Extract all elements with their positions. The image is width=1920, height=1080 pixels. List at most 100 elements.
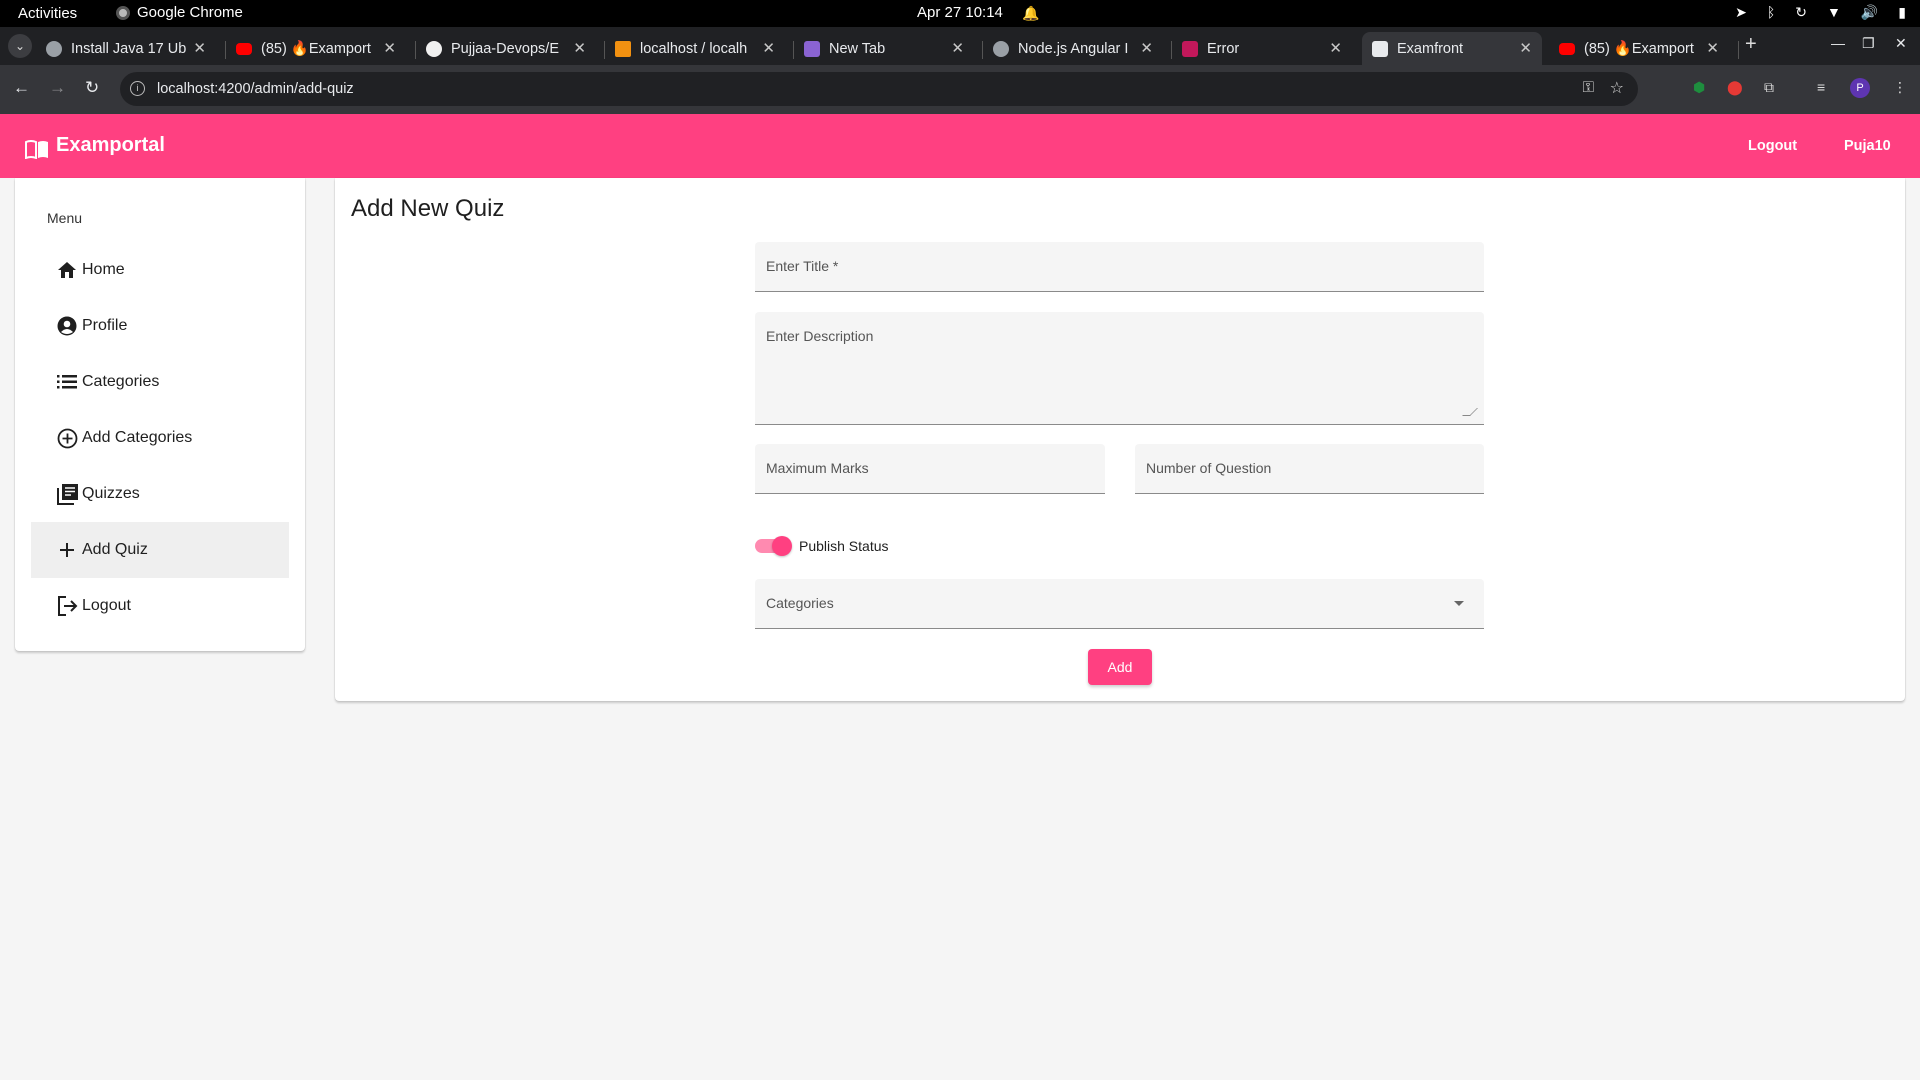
list-icon bbox=[56, 371, 78, 393]
active-app-name: Google Chrome bbox=[137, 4, 243, 21]
resize-handle-icon[interactable] bbox=[1462, 408, 1478, 416]
brand-title[interactable]: Examportal bbox=[56, 134, 165, 157]
minimize-icon[interactable]: — bbox=[1831, 35, 1845, 51]
sidebar-item-categories[interactable]: Categories bbox=[31, 354, 289, 410]
media-queue-icon[interactable]: ≡ bbox=[1817, 79, 1825, 95]
github-icon bbox=[426, 40, 442, 57]
library-books-icon bbox=[56, 483, 78, 505]
system-top-bar: Activities Google Chrome Apr 27 10:14 🔔 … bbox=[0, 0, 1920, 27]
angular-icon bbox=[1372, 40, 1388, 57]
bookmark-star-icon[interactable]: ☆ bbox=[1610, 78, 1624, 98]
reload-icon[interactable]: ↻ bbox=[85, 78, 99, 98]
browser-tab-strip: ⌄ Install Java 17 Ub ✕ (85) 🔥Examport ✕ … bbox=[0, 27, 1920, 65]
back-icon[interactable]: ← bbox=[13, 78, 30, 98]
notification-bell-icon: 🔔 bbox=[1022, 5, 1040, 21]
forward-icon[interactable]: → bbox=[49, 78, 66, 98]
chrome-menu-icon[interactable]: ⋮ bbox=[1893, 79, 1907, 96]
close-icon[interactable]: ✕ bbox=[1706, 39, 1719, 57]
profile-avatar[interactable]: P bbox=[1850, 78, 1870, 98]
sidebar-item-label: Logout bbox=[82, 597, 131, 614]
chrome-icon bbox=[116, 5, 130, 20]
sidebar-item-profile[interactable]: Profile bbox=[31, 298, 289, 354]
sidebar-item-label: Profile bbox=[82, 317, 128, 334]
close-icon[interactable]: ✕ bbox=[762, 39, 775, 57]
quiz-title-placeholder: Enter Title * bbox=[766, 258, 839, 274]
close-icon[interactable]: ✕ bbox=[951, 39, 964, 57]
browser-tab[interactable]: (85) 🔥Examport ✕ bbox=[226, 32, 406, 65]
num-questions-placeholder: Number of Question bbox=[1146, 460, 1272, 476]
address-bar[interactable]: i localhost:4200/admin/add-quiz ⚿ ☆ bbox=[120, 72, 1638, 106]
quiz-description-placeholder: Enter Description bbox=[766, 328, 874, 344]
phpmyadmin-icon bbox=[615, 40, 631, 57]
system-tray[interactable]: ➤ ᛒ ↻ ▼ 🔊 ▮ bbox=[1735, 4, 1906, 21]
extension-shield-icon[interactable]: ⬢ bbox=[1693, 79, 1705, 96]
navbar-user-button[interactable]: Puja10 bbox=[1844, 138, 1891, 154]
categories-select[interactable]: Categories bbox=[755, 579, 1484, 629]
browser-tab-active[interactable]: Examfront ✕ bbox=[1362, 32, 1542, 65]
logout-icon bbox=[56, 595, 78, 617]
angular-icon bbox=[1182, 40, 1198, 57]
volume-icon: 🔊 bbox=[1860, 4, 1879, 20]
close-icon[interactable]: ✕ bbox=[1140, 39, 1153, 57]
sidebar-item-quizzes[interactable]: Quizzes bbox=[31, 466, 289, 522]
active-app-menu[interactable]: Google Chrome bbox=[116, 4, 243, 21]
sidebar-item-label: Add Categories bbox=[82, 429, 193, 446]
telegram-icon: ➤ bbox=[1735, 4, 1747, 20]
browser-tab[interactable]: New Tab ✕ bbox=[794, 32, 974, 65]
browser-tab[interactable]: Error ✕ bbox=[1172, 32, 1352, 65]
sidebar-item-logout[interactable]: Logout bbox=[31, 578, 289, 634]
add-icon bbox=[56, 539, 78, 561]
add-circle-icon bbox=[56, 427, 78, 449]
url-text[interactable]: localhost:4200/admin/add-quiz bbox=[157, 81, 354, 97]
globe-icon bbox=[46, 40, 62, 57]
close-window-icon[interactable]: ✕ bbox=[1895, 35, 1907, 52]
youtube-icon bbox=[236, 42, 252, 55]
sidebar-item-home[interactable]: Home bbox=[31, 242, 289, 298]
tab-search-button[interactable]: ⌄ bbox=[8, 34, 32, 58]
close-icon[interactable]: ✕ bbox=[1519, 39, 1532, 57]
quiz-title-input[interactable]: Enter Title * bbox=[755, 242, 1484, 292]
dropdown-arrow-icon bbox=[1454, 601, 1464, 606]
password-key-icon[interactable]: ⚿ bbox=[1583, 79, 1594, 96]
browser-tab[interactable]: (85) 🔥Examport ✕ bbox=[1549, 32, 1729, 65]
new-tab-button[interactable]: + bbox=[1745, 33, 1757, 56]
youtube-icon bbox=[1559, 42, 1575, 55]
activities-button[interactable]: Activities bbox=[18, 5, 77, 22]
sync-icon: ↻ bbox=[1795, 4, 1807, 20]
close-icon[interactable]: ✕ bbox=[193, 39, 206, 57]
add-quiz-button[interactable]: Add bbox=[1088, 649, 1152, 685]
browser-tab[interactable]: Pujjaa-Devops/E ✕ bbox=[416, 32, 596, 65]
account-circle-icon bbox=[56, 315, 78, 337]
close-icon[interactable]: ✕ bbox=[383, 39, 396, 57]
sidebar: Menu Home Profile Categories Add Categor… bbox=[15, 178, 305, 651]
sidebar-item-add-categories[interactable]: Add Categories bbox=[31, 410, 289, 466]
menu-book-icon bbox=[25, 140, 48, 159]
sidebar-item-label: Quizzes bbox=[82, 485, 140, 502]
browser-tab[interactable]: Node.js Angular I ✕ bbox=[983, 32, 1163, 65]
num-questions-input[interactable]: Number of Question bbox=[1135, 444, 1484, 494]
browser-tab[interactable]: localhost / localh ✕ bbox=[605, 32, 785, 65]
close-icon[interactable]: ✕ bbox=[1329, 39, 1342, 57]
sidebar-item-add-quiz[interactable]: Add Quiz bbox=[31, 522, 289, 578]
wifi-icon: ▼ bbox=[1826, 4, 1841, 20]
sidebar-item-label: Home bbox=[82, 261, 125, 278]
restore-icon[interactable]: ❐ bbox=[1862, 35, 1875, 52]
extensions-puzzle-icon[interactable]: ⧉ bbox=[1764, 79, 1774, 96]
sidebar-menu-label: Menu bbox=[47, 210, 83, 226]
add-quiz-card: Add New Quiz Enter Title * Enter Descrip… bbox=[335, 178, 1905, 701]
page-title: Add New Quiz bbox=[351, 195, 505, 222]
categories-select-placeholder: Categories bbox=[766, 595, 834, 611]
quiz-description-textarea[interactable]: Enter Description bbox=[755, 312, 1484, 425]
max-marks-input[interactable]: Maximum Marks bbox=[755, 444, 1105, 494]
globe-icon bbox=[993, 40, 1009, 57]
home-icon bbox=[56, 259, 78, 281]
extension-infinity-icon[interactable]: ⬤ bbox=[1727, 79, 1743, 96]
publish-status-label[interactable]: Publish Status bbox=[799, 538, 889, 554]
bluetooth-icon: ᛒ bbox=[1766, 4, 1776, 20]
clock[interactable]: Apr 27 10:14 bbox=[917, 4, 1003, 21]
close-icon[interactable]: ✕ bbox=[573, 39, 586, 57]
publish-status-toggle[interactable] bbox=[755, 536, 793, 556]
navbar-logout-button[interactable]: Logout bbox=[1748, 138, 1797, 154]
browser-tab[interactable]: Install Java 17 Ub ✕ bbox=[36, 32, 216, 65]
site-info-icon[interactable]: i bbox=[130, 81, 145, 96]
